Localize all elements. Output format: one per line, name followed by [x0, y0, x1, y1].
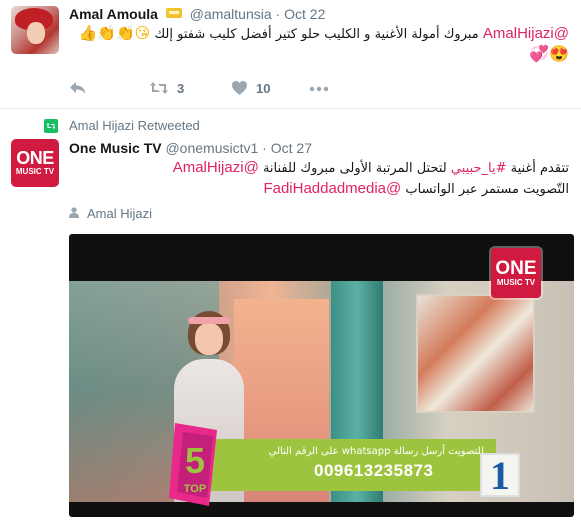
- more-icon[interactable]: [309, 86, 329, 92]
- tagged-person-name: Amal Hijazi: [87, 206, 153, 221]
- video-thumbnail[interactable]: ONE MUSIC TV للتصويت أرسل رسالة whatsapp…: [69, 234, 574, 517]
- retweet-count: 3: [177, 80, 185, 96]
- reply-icon[interactable]: [69, 80, 87, 96]
- retweet-icon: [149, 80, 169, 96]
- tweet-text-arabic: مبروك أمولة الأغنية و الكليب حلو كتير أف…: [154, 27, 479, 42]
- crown-badge-icon: [165, 8, 182, 18]
- tweet-header: Amal Amoula @amaltunsia · Oct 22: [69, 6, 325, 22]
- rank-number: 1: [480, 453, 520, 498]
- tweet-text: @AmalHijazi مبروك أمولة الأغنية و الكليب…: [75, 24, 569, 42]
- tweet-date[interactable]: Oct 27: [271, 140, 312, 156]
- tweet-date[interactable]: Oct 22: [284, 6, 325, 22]
- author-name[interactable]: One Music TV: [69, 140, 162, 156]
- avatar-logo-text: ONE: [16, 148, 54, 168]
- mention-link[interactable]: @AmalHijazi: [173, 159, 259, 176]
- tweet[interactable]: Amal Amoula @amaltunsia · Oct 22 @AmalHi…: [0, 0, 581, 108]
- channel-logo-subtext: MUSIC TV: [496, 277, 536, 287]
- channel-logo-text: ONE: [495, 257, 537, 279]
- mention-link[interactable]: @AmalHijazi: [483, 25, 569, 42]
- vote-phone-number: 009613235873: [314, 461, 434, 480]
- separator: ·: [262, 140, 267, 156]
- tweet-text-line-1: تتقدم أغنية #يا_حبيبي لتحتل المرتبة الأو…: [173, 159, 569, 176]
- tweet-divider: [0, 108, 581, 109]
- tagged-person[interactable]: Amal Hijazi: [69, 206, 152, 221]
- vote-instructions: للتصويت أرسل رسالة whatsapp على الرقم ال…: [268, 446, 484, 457]
- like-button[interactable]: 10: [231, 80, 270, 96]
- tweet-actions: 3 10: [69, 80, 369, 98]
- channel-logo: ONE MUSIC TV: [491, 248, 541, 298]
- person-icon: [69, 206, 79, 221]
- author-handle[interactable]: @amaltunsia: [190, 6, 272, 22]
- author-handle[interactable]: @onemusictv1: [165, 140, 258, 156]
- avatar[interactable]: ONE MUSIC TV: [11, 139, 59, 187]
- retweet-icon: [44, 118, 58, 133]
- hashtag-link[interactable]: #يا_حبيبي: [451, 161, 507, 176]
- vote-banner: للتصويت أرسل رسالة whatsapp على الرقم ال…: [199, 439, 496, 491]
- separator: ·: [275, 6, 281, 22]
- retweet-context[interactable]: Amal Hijazi Retweeted: [44, 118, 200, 133]
- avatar[interactable]: [11, 6, 59, 54]
- emoji-group-2: 💞😍: [529, 46, 569, 63]
- author-name[interactable]: Amal Amoula: [69, 6, 158, 22]
- painting: [418, 296, 533, 411]
- tweet-text-arabic: تتقدم أغنية: [506, 161, 569, 176]
- top5-number: 5: [185, 440, 205, 481]
- tweet-text-arabic: التّصويت مستمر عبر الواتساب: [401, 182, 569, 197]
- mention-link[interactable]: @FadiHaddadmedia: [263, 180, 401, 197]
- top5-label: TOP: [184, 483, 206, 495]
- top5-graphic: 5 TOP: [169, 423, 217, 506]
- retweet-button[interactable]: 3: [149, 80, 184, 96]
- avatar-logo-subtext: MUSIC TV: [15, 167, 55, 176]
- like-count: 10: [256, 80, 271, 96]
- tweet-text-line-2: التّصويت مستمر عبر الواتساب @FadiHaddadm…: [263, 180, 569, 197]
- tweet-text-arabic: لتحتل المرتبة الأولى مبروك للفنانة: [258, 161, 451, 176]
- heart-icon: [231, 80, 248, 96]
- emoji-group: 😘👏👏👍: [78, 24, 151, 42]
- tweet[interactable]: Amal Hijazi Retweeted ONE MUSIC TV One M…: [0, 110, 581, 527]
- tweet-header: One Music TV @onemusictv1 · Oct 27: [69, 140, 312, 156]
- retweeted-by-label: Amal Hijazi Retweeted: [69, 118, 200, 133]
